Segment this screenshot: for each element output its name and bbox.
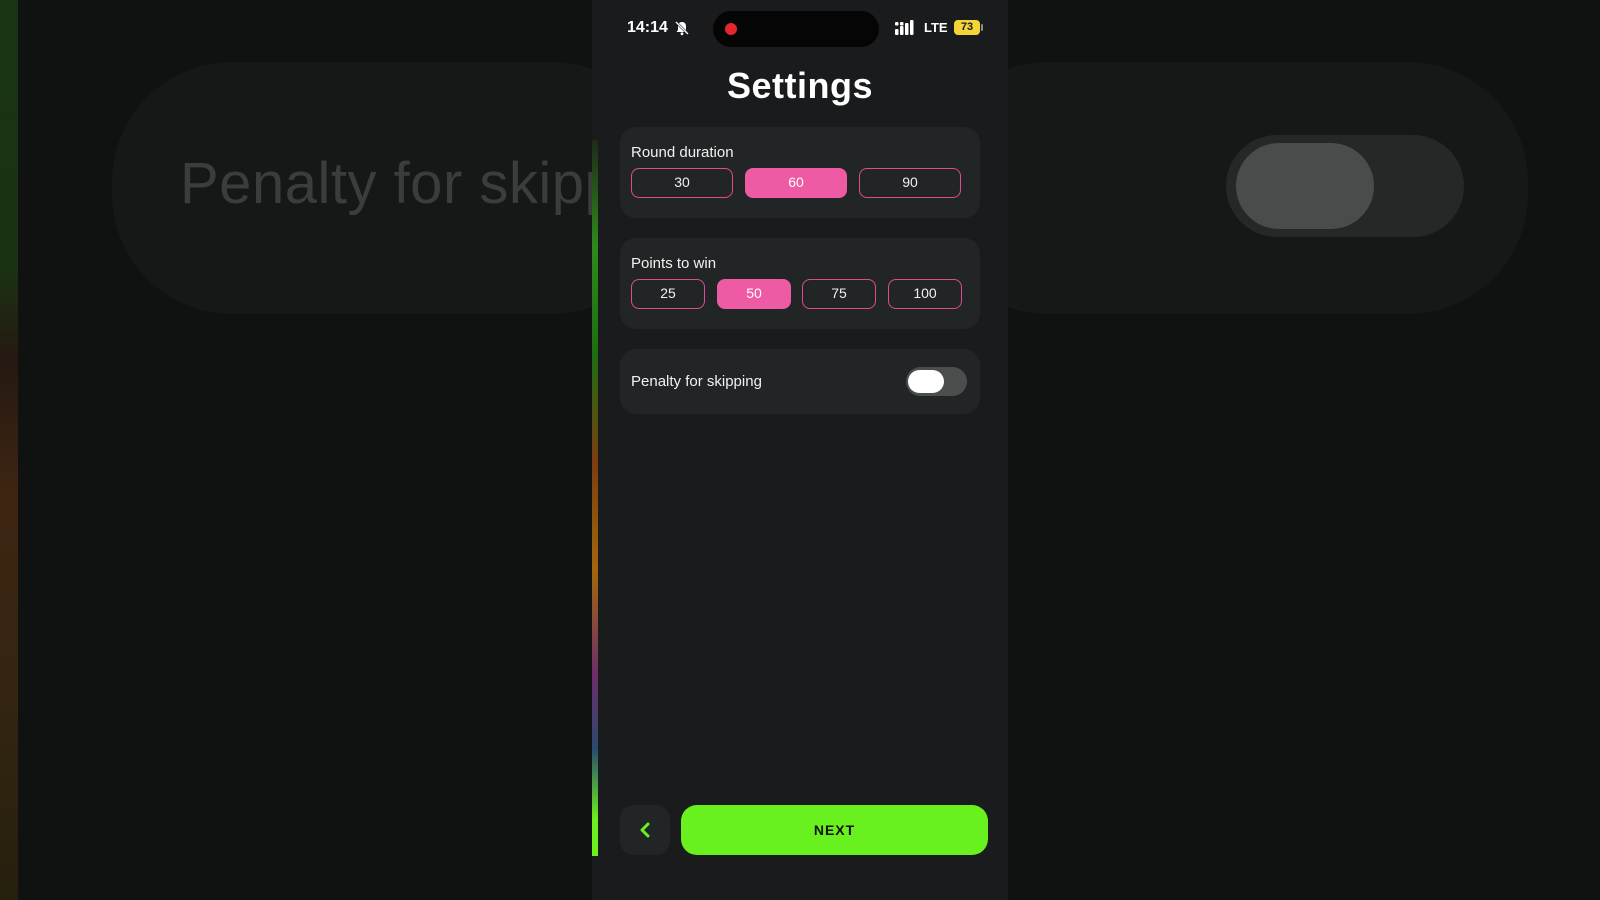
- status-time: 14:14: [627, 19, 668, 36]
- chevron-left-icon: [640, 822, 650, 838]
- recording-dot-icon: [725, 23, 737, 35]
- blurred-edge-strip: [0, 0, 18, 900]
- round-duration-option-90[interactable]: 90: [859, 168, 961, 198]
- toggle-knob: [908, 370, 944, 393]
- phone-screen: 14:14 LTE 73 Settings Round duration 30 …: [592, 0, 1008, 900]
- points-option-100[interactable]: 100: [888, 279, 962, 309]
- round-duration-option-60[interactable]: 60: [745, 168, 847, 198]
- network-type: LTE: [924, 20, 948, 35]
- bell-off-icon: [675, 21, 689, 36]
- signal-icon: [895, 20, 914, 35]
- back-button[interactable]: [620, 805, 670, 855]
- points-option-50[interactable]: 50: [717, 279, 791, 309]
- round-duration-label: Round duration: [631, 144, 734, 161]
- blurred-toggle: [1226, 135, 1464, 237]
- status-bar: 14:14 LTE 73: [592, 0, 1008, 56]
- blurred-background-right: [1008, 0, 1600, 900]
- battery-icon: 73: [954, 20, 980, 35]
- round-duration-option-30[interactable]: 30: [631, 168, 733, 198]
- battery-cap: [981, 24, 983, 31]
- phone-left-edge: [592, 140, 598, 856]
- points-option-75[interactable]: 75: [802, 279, 876, 309]
- page-title: Settings: [726, 65, 873, 106]
- points-to-win-label: Points to win: [631, 255, 717, 272]
- blurred-toggle-knob: [1236, 143, 1374, 229]
- blurred-background-left: Penalty for skipp: [0, 0, 592, 900]
- penalty-label: Penalty for skipping: [631, 373, 762, 390]
- next-button[interactable]: NEXT: [681, 805, 988, 855]
- blurred-penalty-label: Penalty for skipp: [180, 151, 592, 216]
- round-duration-card: Round duration 30 60 90: [620, 127, 980, 218]
- penalty-card: Penalty for skipping: [620, 349, 980, 414]
- penalty-toggle[interactable]: [906, 367, 967, 396]
- points-to-win-card: Points to win 25 50 75 100: [620, 238, 980, 329]
- points-option-25[interactable]: 25: [631, 279, 705, 309]
- dynamic-island: [713, 11, 879, 47]
